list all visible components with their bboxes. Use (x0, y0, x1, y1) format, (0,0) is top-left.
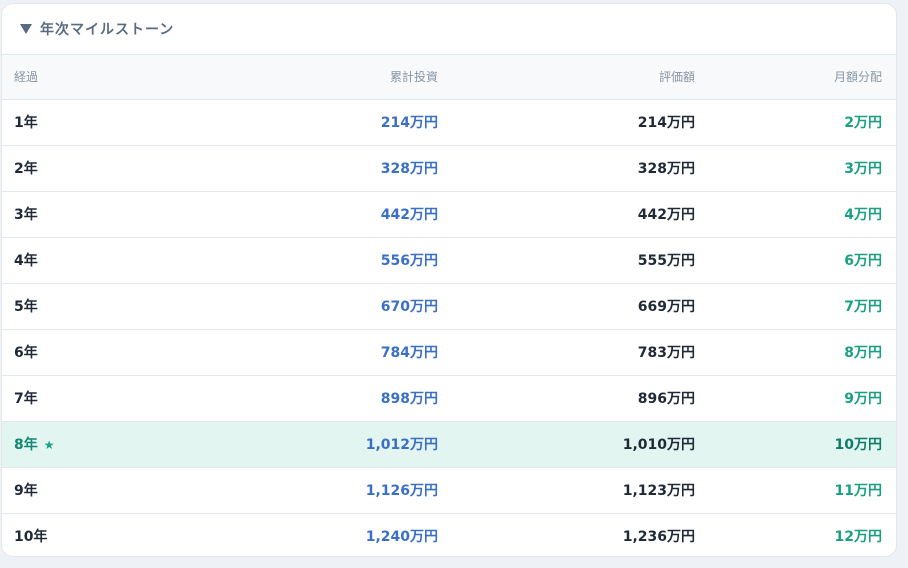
valuation-cell: 669万円 (438, 283, 695, 330)
period-cell: 1年 (2, 99, 194, 146)
monthly-distribution-cell: 11万円 (695, 467, 896, 514)
cumulative-investment-cell: 1,012万円 (194, 421, 438, 468)
valuation-cell: 555万円 (438, 237, 695, 284)
cumulative-investment-cell: 784万円 (194, 329, 438, 376)
cumulative-investment-cell: 1,240万円 (365, 529, 438, 546)
monthly-distribution-cell: 3万円 (695, 145, 896, 192)
period-cell: 2年 (2, 145, 194, 192)
collapse-triangle-icon[interactable] (20, 24, 32, 34)
star-icon: ★ (43, 438, 55, 452)
table-header-row: 経過 累計投資 評価額 月額分配 (2, 55, 896, 100)
monthly-distribution-cell: 6万円 (695, 237, 896, 284)
table-row: 4年 556万円 555万円 6万円 (2, 237, 896, 284)
table-row: 10年 1,240万円 1,236万円 12万円 (2, 513, 896, 556)
period-cell: 7年 (2, 375, 194, 422)
valuation-cell: 1,123万円 (438, 467, 695, 514)
section-toggle[interactable]: 年次マイルストーン (2, 4, 896, 55)
cumulative-investment-cell: 328万円 (194, 145, 438, 192)
column-header-cumulative-investment: 累計投資 (194, 55, 438, 100)
column-header-valuation: 評価額 (438, 55, 695, 100)
valuation-cell: 896万円 (438, 375, 695, 422)
table-row: 9年 1,126万円 1,123万円 11万円 (2, 467, 896, 514)
valuation-cell: 214万円 (438, 99, 695, 146)
cumulative-investment-cell: 670万円 (194, 283, 438, 330)
table-row: 2年 328万円 328万円 3万円 (2, 145, 896, 192)
period-cell: 8年 ★ (2, 421, 194, 468)
column-header-monthly-distribution: 月額分配 (695, 55, 896, 100)
monthly-distribution-cell: 12万円 (834, 529, 882, 546)
monthly-distribution-cell: 7万円 (695, 283, 896, 330)
table-row: 1年 214万円 214万円 2万円 (2, 99, 896, 146)
milestone-table: 経過 累計投資 評価額 月額分配 1年 214万円 214万円 2万円 2年 3… (2, 55, 896, 556)
monthly-distribution-cell: 9万円 (695, 375, 896, 422)
period-cell: 6年 (2, 329, 194, 376)
period-cell: 3年 (2, 191, 194, 238)
valuation-cell: 1,010万円 (438, 421, 695, 468)
cumulative-investment-cell: 442万円 (194, 191, 438, 238)
period-cell: 4年 (2, 237, 194, 284)
period-cell: 9年 (2, 467, 194, 514)
valuation-cell: 783万円 (438, 329, 695, 376)
cumulative-investment-cell: 556万円 (194, 237, 438, 284)
table-row: 6年 784万円 783万円 8万円 (2, 329, 896, 376)
column-header-period: 経過 (2, 55, 194, 100)
period-label: 8年 (14, 437, 38, 453)
period-cell: 5年 (2, 283, 194, 330)
monthly-distribution-cell: 4万円 (695, 191, 896, 238)
cumulative-investment-cell: 898万円 (194, 375, 438, 422)
valuation-cell: 442万円 (438, 191, 695, 238)
cumulative-investment-cell: 1,126万円 (194, 467, 438, 514)
monthly-distribution-cell: 8万円 (695, 329, 896, 376)
table-row: 7年 898万円 896万円 9万円 (2, 375, 896, 422)
monthly-distribution-cell: 2万円 (695, 99, 896, 146)
valuation-cell: 1,236万円 (622, 529, 695, 546)
valuation-cell: 328万円 (438, 145, 695, 192)
milestone-panel: 年次マイルストーン 経過 累計投資 評価額 月額分配 1年 214万円 214万… (1, 3, 897, 557)
period-cell: 10年 (14, 529, 48, 546)
monthly-distribution-cell: 10万円 (695, 421, 896, 468)
section-title: 年次マイルストーン (40, 22, 175, 38)
table-row: 5年 670万円 669万円 7万円 (2, 283, 896, 330)
table-row-highlighted: 8年 ★ 1,012万円 1,010万円 10万円 (2, 421, 896, 468)
table-row: 3年 442万円 442万円 4万円 (2, 191, 896, 238)
cumulative-investment-cell: 214万円 (194, 99, 438, 146)
